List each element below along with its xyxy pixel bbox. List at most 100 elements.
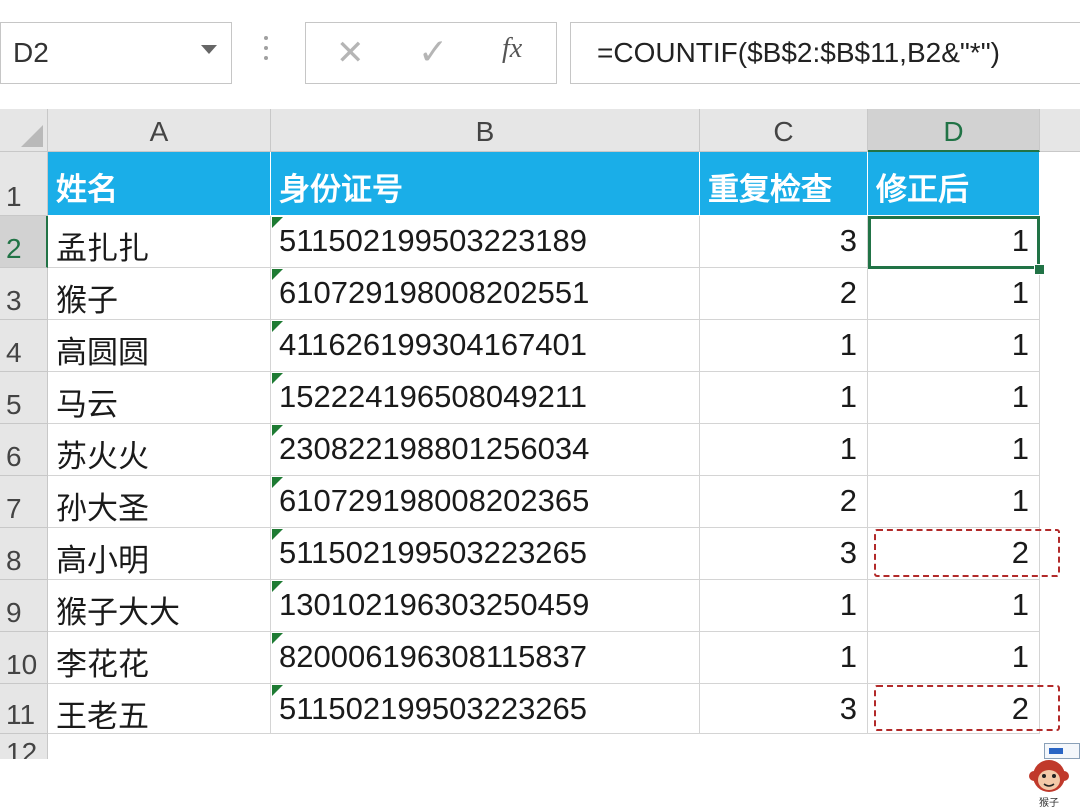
drag-handle-icon[interactable] [263,36,269,66]
column-header-d[interactable]: D [868,109,1040,152]
select-all-corner[interactable] [0,109,48,152]
cell-b10[interactable]: 820006196308115837 [271,632,700,684]
monkey-face-icon [1029,760,1069,792]
cell-value: 1 [839,379,857,414]
cell-c4[interactable]: 1 [700,320,868,372]
cell-a6[interactable]: 苏火火 [48,424,271,476]
cell-c5[interactable]: 1 [700,372,868,424]
formula-text: =COUNTIF($B$2:$B$11,B2&"*") [597,37,1000,68]
cell-b7[interactable]: 610729198008202365 [271,476,700,528]
cell-a11[interactable]: 王老五 [48,684,271,734]
cell-c6[interactable]: 1 [700,424,868,476]
row-header-11[interactable]: 11 [0,684,48,734]
cell-c3[interactable]: 2 [700,268,868,320]
cell-c2[interactable]: 3 [700,216,868,268]
active-cell-border [868,216,1040,269]
cell-d10[interactable]: 1 [868,632,1040,684]
row-header-6[interactable]: 6 [0,424,48,476]
cell-a10[interactable]: 李花花 [48,632,271,684]
cell-value: 511502199503223265 [279,691,588,726]
formula-bar: D2 ✕ ✓ fx =COUNTIF($B$2:$B$11,B2&"*") [0,0,1080,105]
cell-value: 1 [1011,587,1029,622]
cell-c9[interactable]: 1 [700,580,868,632]
cell-value: 3 [839,223,857,258]
cell-value: 孟扎扎 [56,231,149,266]
cell-value: 1 [839,639,857,674]
highlight-box-d8 [874,529,1060,577]
cell-d9[interactable]: 1 [868,580,1040,632]
cell-value: 孙大圣 [56,491,149,526]
fill-handle[interactable] [1034,264,1045,275]
row-header-4[interactable]: 4 [0,320,48,372]
cell-a8[interactable]: 高小明 [48,528,271,580]
cell-a2[interactable]: 孟扎扎 [48,216,271,268]
cell-b8[interactable]: 511502199503223265 [271,528,700,580]
cell-b11[interactable]: 511502199503223265 [271,684,700,734]
cell-b6[interactable]: 230822198801256034 [271,424,700,476]
cell-value: 1 [839,327,857,362]
formula-input[interactable]: =COUNTIF($B$2:$B$11,B2&"*") [570,22,1080,84]
row-header-3[interactable]: 3 [0,268,48,320]
row-header-1[interactable]: 1 [0,152,48,216]
name-box[interactable]: D2 [0,22,232,84]
row-header-8[interactable]: 8 [0,528,48,580]
header-cell-a[interactable]: 姓名 [48,152,271,216]
column-header-b[interactable]: B [271,109,700,152]
cell-a7[interactable]: 孙大圣 [48,476,271,528]
cell-b5[interactable]: 152224196508049211 [271,372,700,424]
cell-value: 1 [1011,483,1029,518]
cell-value: 1 [1011,431,1029,466]
cell-b4[interactable]: 411626199304167401 [271,320,700,372]
cell-b9[interactable]: 130102196303250459 [271,580,700,632]
cell-c11[interactable]: 3 [700,684,868,734]
column-header-c[interactable]: C [700,109,868,152]
cell-value: 511502199503223265 [279,535,588,570]
watermark: 猴子 [1028,758,1070,809]
cell-value: 820006196308115837 [279,639,588,674]
empty-columns [1040,152,1080,734]
cell-d6[interactable]: 1 [868,424,1040,476]
row-header-2[interactable]: 2 [0,216,48,268]
column-header-filler [1040,109,1080,152]
row-header-12[interactable]: 12 [0,734,48,759]
header-cell-b[interactable]: 身份证号 [271,152,700,216]
header-cell-d[interactable]: 修正后 [868,152,1040,216]
cell-d5[interactable]: 1 [868,372,1040,424]
cell-value: 3 [839,535,857,570]
chevron-down-icon[interactable] [201,45,217,54]
row-number: 10 [6,649,38,680]
cell-a3[interactable]: 猴子 [48,268,271,320]
header-cell-text: 身份证号 [279,172,403,207]
row-header-7[interactable]: 7 [0,476,48,528]
quick-analysis-button[interactable] [1044,743,1080,759]
insert-function-icon[interactable]: fx [502,33,522,65]
cell-c8[interactable]: 3 [700,528,868,580]
name-box-value: D2 [13,37,49,68]
cell-a5[interactable]: 马云 [48,372,271,424]
cell-d7[interactable]: 1 [868,476,1040,528]
cell-value: 1 [839,431,857,466]
cell-a4[interactable]: 高圆圆 [48,320,271,372]
row-header-10[interactable]: 10 [0,632,48,684]
row-header-9[interactable]: 9 [0,580,48,632]
header-cell-text: 重复检查 [708,172,832,207]
column-header-a[interactable]: A [48,109,271,152]
cell-d3[interactable]: 1 [868,268,1040,320]
cell-value: 1 [1011,379,1029,414]
row-number: 3 [6,285,22,316]
header-cell-c[interactable]: 重复检查 [700,152,868,216]
cancel-icon[interactable]: ✕ [336,33,365,73]
cell-a9[interactable]: 猴子大大 [48,580,271,632]
cell-c7[interactable]: 2 [700,476,868,528]
cell-c10[interactable]: 1 [700,632,868,684]
cell-b3[interactable]: 610729198008202551 [271,268,700,320]
cell-b2[interactable]: 511502199503223189 [271,216,700,268]
cell-value: 411626199304167401 [279,327,588,362]
cell-value: 152224196508049211 [279,379,588,414]
row-number: 1 [6,181,22,212]
cell-d4[interactable]: 1 [868,320,1040,372]
enter-icon[interactable]: ✓ [418,31,448,73]
row-header-5[interactable]: 5 [0,372,48,424]
row-number: 5 [6,389,22,420]
cell-value: 1 [839,587,857,622]
